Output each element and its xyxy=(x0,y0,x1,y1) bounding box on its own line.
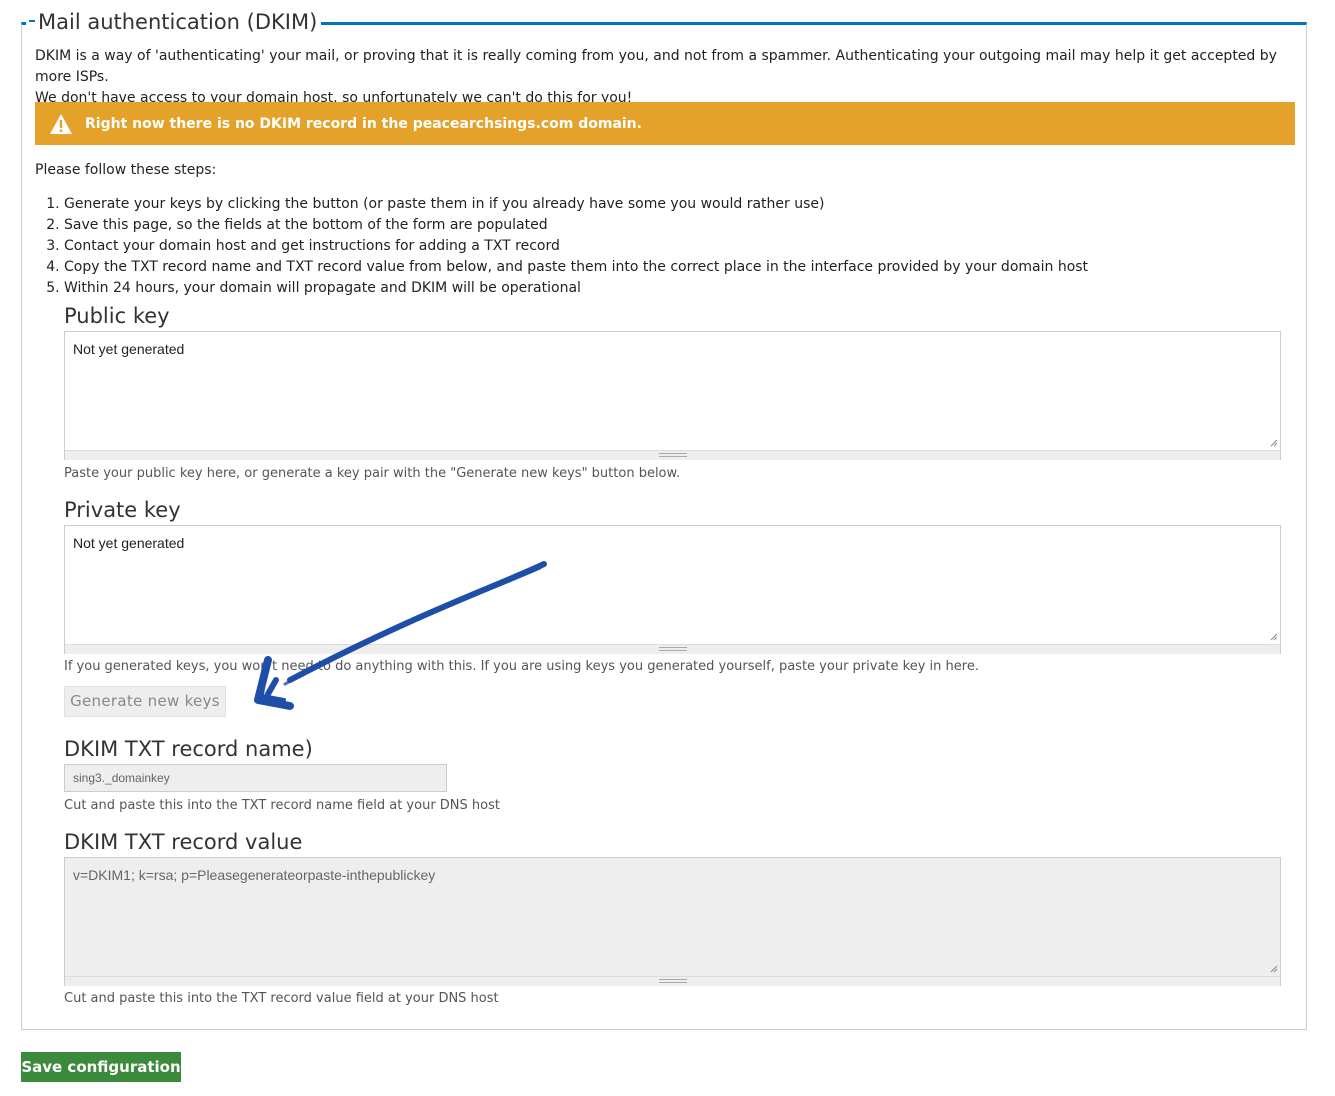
private-key-resize-grippie[interactable] xyxy=(65,644,1280,654)
steps-intro: Please follow these steps: xyxy=(35,162,217,178)
fieldset-legend: Mail authentication (DKIM) xyxy=(26,8,322,36)
public-key-help: Paste your public key here, or generate … xyxy=(64,466,681,481)
public-key-label: Public key xyxy=(64,304,170,328)
resize-handle-icon[interactable] xyxy=(1270,965,1278,973)
step-item: Within 24 hours, your domain will propag… xyxy=(64,278,1088,299)
txt-record-name-help: Cut and paste this into the TXT record n… xyxy=(64,798,500,813)
private-key-help: If you generated keys, you won't need to… xyxy=(64,659,979,674)
txt-record-value-label: DKIM TXT record value xyxy=(64,830,303,854)
generate-new-keys-button[interactable]: Generate new keys xyxy=(64,686,226,717)
intro-line-1: DKIM is a way of 'authenticating' your m… xyxy=(35,48,1277,85)
txt-record-name-label: DKIM TXT record name) xyxy=(64,737,313,761)
warning-text: Right now there is no DKIM record in the… xyxy=(85,115,642,132)
step-item: Copy the TXT record name and TXT record … xyxy=(64,257,1088,278)
warning-message: Right now there is no DKIM record in the… xyxy=(35,102,1295,145)
txt-record-value-textarea[interactable]: v=DKIM1; k=rsa; p=Pleasegenerateorpaste-… xyxy=(65,858,1280,976)
private-key-label: Private key xyxy=(64,498,181,522)
txt-record-name-input[interactable]: sing3._domainkey xyxy=(64,764,447,792)
step-item: Save this page, so the fields at the bot… xyxy=(64,215,1088,236)
private-key-field-wrap: Not yet generated xyxy=(64,525,1281,654)
resize-handle-icon[interactable] xyxy=(1270,633,1278,641)
private-key-textarea[interactable]: Not yet generated xyxy=(65,526,1280,644)
txt-record-value-help: Cut and paste this into the TXT record v… xyxy=(64,991,499,1006)
warning-triangle-icon xyxy=(50,113,72,134)
step-item: Contact your domain host and get instruc… xyxy=(64,236,1088,257)
public-key-field-wrap: Not yet generated xyxy=(64,331,1281,460)
save-configuration-button[interactable]: Save configuration xyxy=(21,1052,181,1082)
legend-dash xyxy=(29,20,35,22)
step-item: Generate your keys by clicking the butto… xyxy=(64,194,1088,215)
public-key-resize-grippie[interactable] xyxy=(65,450,1280,460)
steps-list: Generate your keys by clicking the butto… xyxy=(35,194,1088,299)
txt-record-value-field-wrap: v=DKIM1; k=rsa; p=Pleasegenerateorpaste-… xyxy=(64,857,1281,986)
txt-record-value-resize-grippie[interactable] xyxy=(65,976,1280,986)
legend-text: Mail authentication (DKIM) xyxy=(38,10,318,34)
resize-handle-icon[interactable] xyxy=(1270,439,1278,447)
public-key-textarea[interactable]: Not yet generated xyxy=(65,332,1280,450)
intro-text: DKIM is a way of 'authenticating' your m… xyxy=(35,46,1295,109)
